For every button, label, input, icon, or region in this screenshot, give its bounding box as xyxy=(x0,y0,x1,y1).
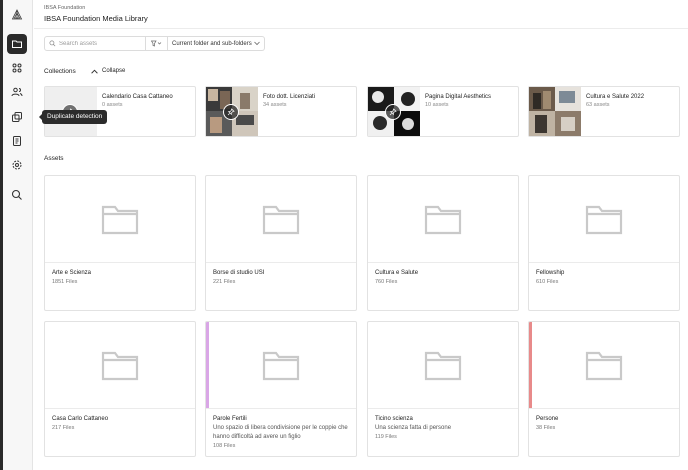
folder-card[interactable]: Fellowship 610 Files xyxy=(528,175,680,311)
sidebar-item-settings[interactable] xyxy=(7,155,27,175)
folder-icon xyxy=(424,205,462,235)
document-icon xyxy=(13,136,21,146)
collection-count: 63 assets xyxy=(586,102,610,108)
collection-card[interactable]: Cultura e Salute 2022 63 assets xyxy=(528,86,680,137)
folder-name: Fellowship xyxy=(536,270,565,276)
filter-icon xyxy=(151,40,162,47)
folder-name: Casa Carlo Cattaneo xyxy=(52,416,109,422)
folder-thumbnail xyxy=(45,176,195,263)
folder-count: 760 Files xyxy=(375,279,398,285)
folder-count: 1851 Files xyxy=(52,279,78,285)
folder-card[interactable]: Casa Carlo Cattaneo 217 Files xyxy=(44,321,196,457)
search-icon xyxy=(11,189,22,200)
folder-count: 108 Files xyxy=(213,443,236,449)
folder-thumbnail xyxy=(368,176,518,263)
collection-card[interactable]: Foto dott. Licenziati 34 assets xyxy=(205,86,357,137)
folder-icon xyxy=(424,351,462,381)
search-icon xyxy=(49,40,56,47)
pin-icon xyxy=(227,108,235,116)
folder-count: 217 Files xyxy=(52,425,75,431)
main-content: IBSA Foundation IBSA Foundation Media Li… xyxy=(34,0,688,470)
pin-icon xyxy=(389,108,397,116)
collapse-label: Collapse xyxy=(102,68,126,74)
folder-thumbnail xyxy=(206,176,356,263)
folder-name: Cultura e Salute xyxy=(375,270,419,276)
sidebar-item-folders[interactable] xyxy=(7,34,27,54)
folder-thumbnail xyxy=(368,322,518,409)
sidebar-item-duplicate-detection[interactable] xyxy=(7,107,27,127)
folder-thumbnail xyxy=(529,176,679,263)
folder-description: Uno spazio di libera condivisione per le… xyxy=(213,425,348,440)
collection-name: Foto dott. Licenziati xyxy=(263,94,316,100)
collection-name: Cultura e Salute 2022 xyxy=(586,94,645,100)
folder-card[interactable]: Ticino scienza Una scienza fatta di pers… xyxy=(367,321,519,457)
collection-thumbnail xyxy=(529,87,581,136)
chevron-down-icon xyxy=(253,41,260,46)
apps-icon xyxy=(12,63,22,73)
filter-button[interactable] xyxy=(146,36,168,51)
logo-icon[interactable] xyxy=(7,5,27,25)
folder-card[interactable]: Arte e Scienza 1851 Files xyxy=(44,175,196,311)
assets-heading: Assets xyxy=(44,155,64,162)
folder-card[interactable]: Persone 38 Files xyxy=(528,321,680,457)
collections-heading: Collections xyxy=(44,68,76,75)
folder-icon xyxy=(101,351,139,381)
folder-name: Persone xyxy=(536,416,559,422)
duplicate-icon xyxy=(12,112,22,122)
collection-card[interactable]: Pagina Digital Aesthetics 10 assets xyxy=(367,86,519,137)
scope-select[interactable]: Current folder and sub-folders xyxy=(168,36,265,51)
search-box[interactable] xyxy=(44,36,146,51)
collection-photo-collage xyxy=(529,87,581,136)
tooltip-duplicate-detection: Duplicate detection xyxy=(38,110,108,124)
pin-button[interactable] xyxy=(385,104,401,120)
toolbar: Current folder and sub-folders xyxy=(44,36,265,52)
folder-icon xyxy=(262,205,300,235)
collapse-button[interactable]: Collapse xyxy=(91,68,125,74)
folder-icon xyxy=(585,351,623,381)
folder-count: 221 Files xyxy=(213,279,236,285)
pin-button[interactable] xyxy=(223,104,239,120)
folder-name: Borse di studio USI xyxy=(213,270,265,276)
folder-name: Parole Fertili xyxy=(213,416,247,422)
folder-card[interactable]: Cultura e Salute 760 Files xyxy=(367,175,519,311)
folder-thumbnail xyxy=(529,322,679,409)
media-library-app: Duplicate detection IBSA Foundation IBSA… xyxy=(0,0,688,470)
folder-count: 38 Files xyxy=(536,425,556,431)
collection-thumbnail xyxy=(368,87,420,136)
collection-thumbnail xyxy=(206,87,258,136)
collection-name: Calendario Casa Cattaneo xyxy=(102,94,173,100)
sidebar-item-search[interactable] xyxy=(7,185,27,205)
folder-card[interactable]: Borse di studio USI 221 Files xyxy=(205,175,357,311)
folder-thumbnail xyxy=(206,322,356,409)
page-header: IBSA Foundation IBSA Foundation Media Li… xyxy=(34,0,688,29)
search-input[interactable] xyxy=(59,40,143,47)
folder-icon xyxy=(585,205,623,235)
sidebar xyxy=(3,0,33,470)
collection-count: 0 assets xyxy=(102,102,123,108)
folder-icon xyxy=(12,40,22,48)
folder-thumbnail xyxy=(45,322,195,409)
sidebar-item-users[interactable] xyxy=(7,82,27,102)
collection-name: Pagina Digital Aesthetics xyxy=(425,94,492,100)
folder-icon xyxy=(262,351,300,381)
gear-icon xyxy=(12,160,22,170)
page-title: IBSA Foundation Media Library xyxy=(44,14,148,23)
sidebar-item-apps[interactable] xyxy=(7,58,27,78)
collection-count: 10 assets xyxy=(425,102,449,108)
org-name: IBSA Foundation xyxy=(44,5,86,11)
folder-count: 119 Files xyxy=(375,434,397,440)
folder-name: Arte e Scienza xyxy=(52,270,92,276)
folder-count: 610 Files xyxy=(536,279,559,285)
chevron-up-icon xyxy=(91,69,98,74)
folder-card[interactable]: Parole Fertili Uno spazio di libera cond… xyxy=(205,321,357,457)
folder-description: Una scienza fatta di persone xyxy=(375,425,452,431)
scope-label: Current folder and sub-folders xyxy=(172,40,252,47)
folder-name: Ticino scienza xyxy=(375,416,413,422)
sidebar-item-documents[interactable] xyxy=(7,131,27,151)
folder-icon xyxy=(101,205,139,235)
collection-count: 34 assets xyxy=(263,102,287,108)
users-icon xyxy=(11,87,23,97)
